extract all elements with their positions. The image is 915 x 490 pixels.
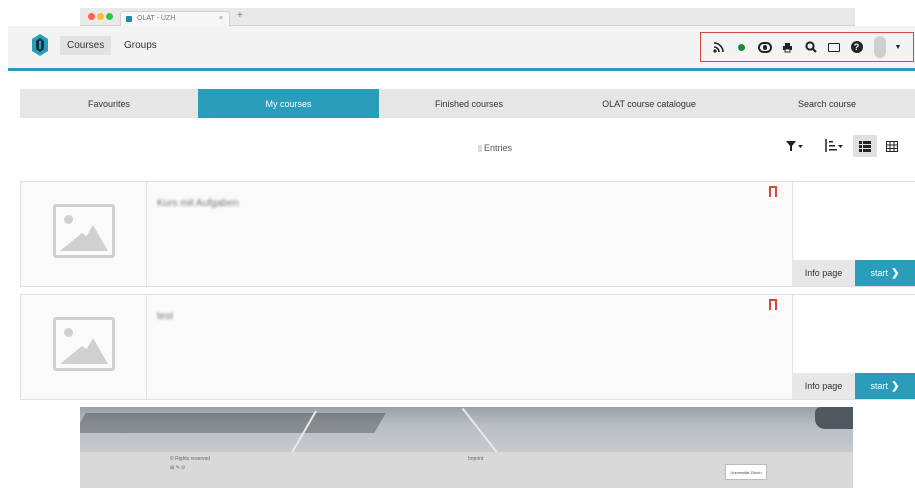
top-navigation: Courses Groups ? ▼ (8, 26, 915, 68)
course-tabs: Favourites My courses Finished courses O… (20, 89, 915, 118)
tab-favourites[interactable]: Favourites (20, 89, 198, 118)
course-card: Kurs mit Aufgaben Info page start ❯ (20, 181, 915, 287)
start-button[interactable]: start ❯ (855, 373, 915, 399)
image-placeholder-icon (53, 317, 115, 371)
footer: © Rights reserved ⊞ ✎ ⊙ Imprint Universi… (80, 452, 853, 488)
university-logo[interactable]: Universität Zürich (725, 464, 767, 480)
list-view-button[interactable] (853, 135, 877, 157)
tab-course-catalogue[interactable]: OLAT course catalogue (559, 89, 739, 118)
tab-finished-courses[interactable]: Finished courses (379, 89, 559, 118)
table-view-button[interactable] (880, 135, 904, 157)
bookmark-icon[interactable] (769, 186, 777, 201)
footer-background-image (80, 407, 853, 452)
tab-search-course[interactable]: Search course (739, 89, 915, 118)
course-title[interactable]: test (157, 311, 173, 322)
entries-count: Entries (478, 143, 512, 153)
new-tab-button[interactable]: + (237, 10, 243, 21)
window-minimize-icon[interactable] (97, 13, 104, 20)
search-icon[interactable] (801, 38, 820, 56)
nav-groups[interactable]: Groups (124, 40, 157, 51)
window-close-icon[interactable] (88, 13, 95, 20)
footer-icons[interactable]: ⊞ ✎ ⊙ (170, 465, 185, 471)
footer-copyright: © Rights reserved (170, 456, 211, 462)
footer-imprint-link[interactable]: Imprint (468, 456, 483, 462)
image-placeholder-icon (53, 204, 115, 258)
nav-accent-line (8, 68, 915, 71)
chevron-right-icon: ❯ (891, 380, 900, 392)
olat-logo-icon[interactable] (32, 34, 48, 56)
online-status-icon[interactable] (732, 38, 751, 56)
user-avatar[interactable] (870, 36, 889, 58)
chat-icon[interactable] (755, 38, 774, 56)
caret-down-icon[interactable]: ▼ (893, 38, 903, 56)
filter-icon (786, 141, 803, 151)
tab-close-icon[interactable]: × (219, 15, 223, 22)
info-page-button[interactable]: Info page (792, 373, 855, 399)
start-label: start (870, 381, 889, 391)
info-page-button[interactable]: Info page (792, 260, 855, 286)
tab-my-courses[interactable]: My courses (198, 89, 379, 118)
browser-tab-title: OLAT - UZH (137, 15, 176, 22)
nav-courses[interactable]: Courses (60, 36, 112, 55)
course-title[interactable]: Kurs mit Aufgaben (157, 198, 239, 209)
course-thumbnail[interactable] (21, 182, 147, 286)
mail-icon[interactable] (824, 38, 843, 56)
sort-icon (825, 139, 843, 152)
course-card: test Info page start ❯ (20, 294, 915, 400)
rss-icon[interactable] (709, 38, 728, 56)
browser-tab[interactable]: OLAT - UZH × (120, 11, 230, 26)
bookmark-icon[interactable] (769, 299, 777, 314)
course-thumbnail[interactable] (21, 295, 147, 399)
toolbox: ? ▼ (700, 32, 914, 62)
list-view-icon (859, 140, 871, 152)
window-maximize-icon[interactable] (106, 13, 113, 20)
table-view-icon (886, 140, 898, 152)
university-logo-text: Universität Zürich (730, 469, 762, 475)
chevron-right-icon: ❯ (891, 267, 900, 279)
filter-button[interactable] (781, 135, 809, 157)
print-icon[interactable] (778, 38, 797, 56)
entries-label: Entries (484, 143, 513, 153)
sort-button[interactable] (818, 135, 848, 157)
help-icon[interactable]: ? (847, 38, 866, 56)
favicon-icon (126, 16, 132, 22)
start-label: start (870, 268, 889, 278)
page: OLAT - UZH × + Courses Groups ? ▼ Favour… (0, 0, 915, 490)
start-button[interactable]: start ❯ (855, 260, 915, 286)
browser-chrome: OLAT - UZH × + (80, 8, 855, 26)
